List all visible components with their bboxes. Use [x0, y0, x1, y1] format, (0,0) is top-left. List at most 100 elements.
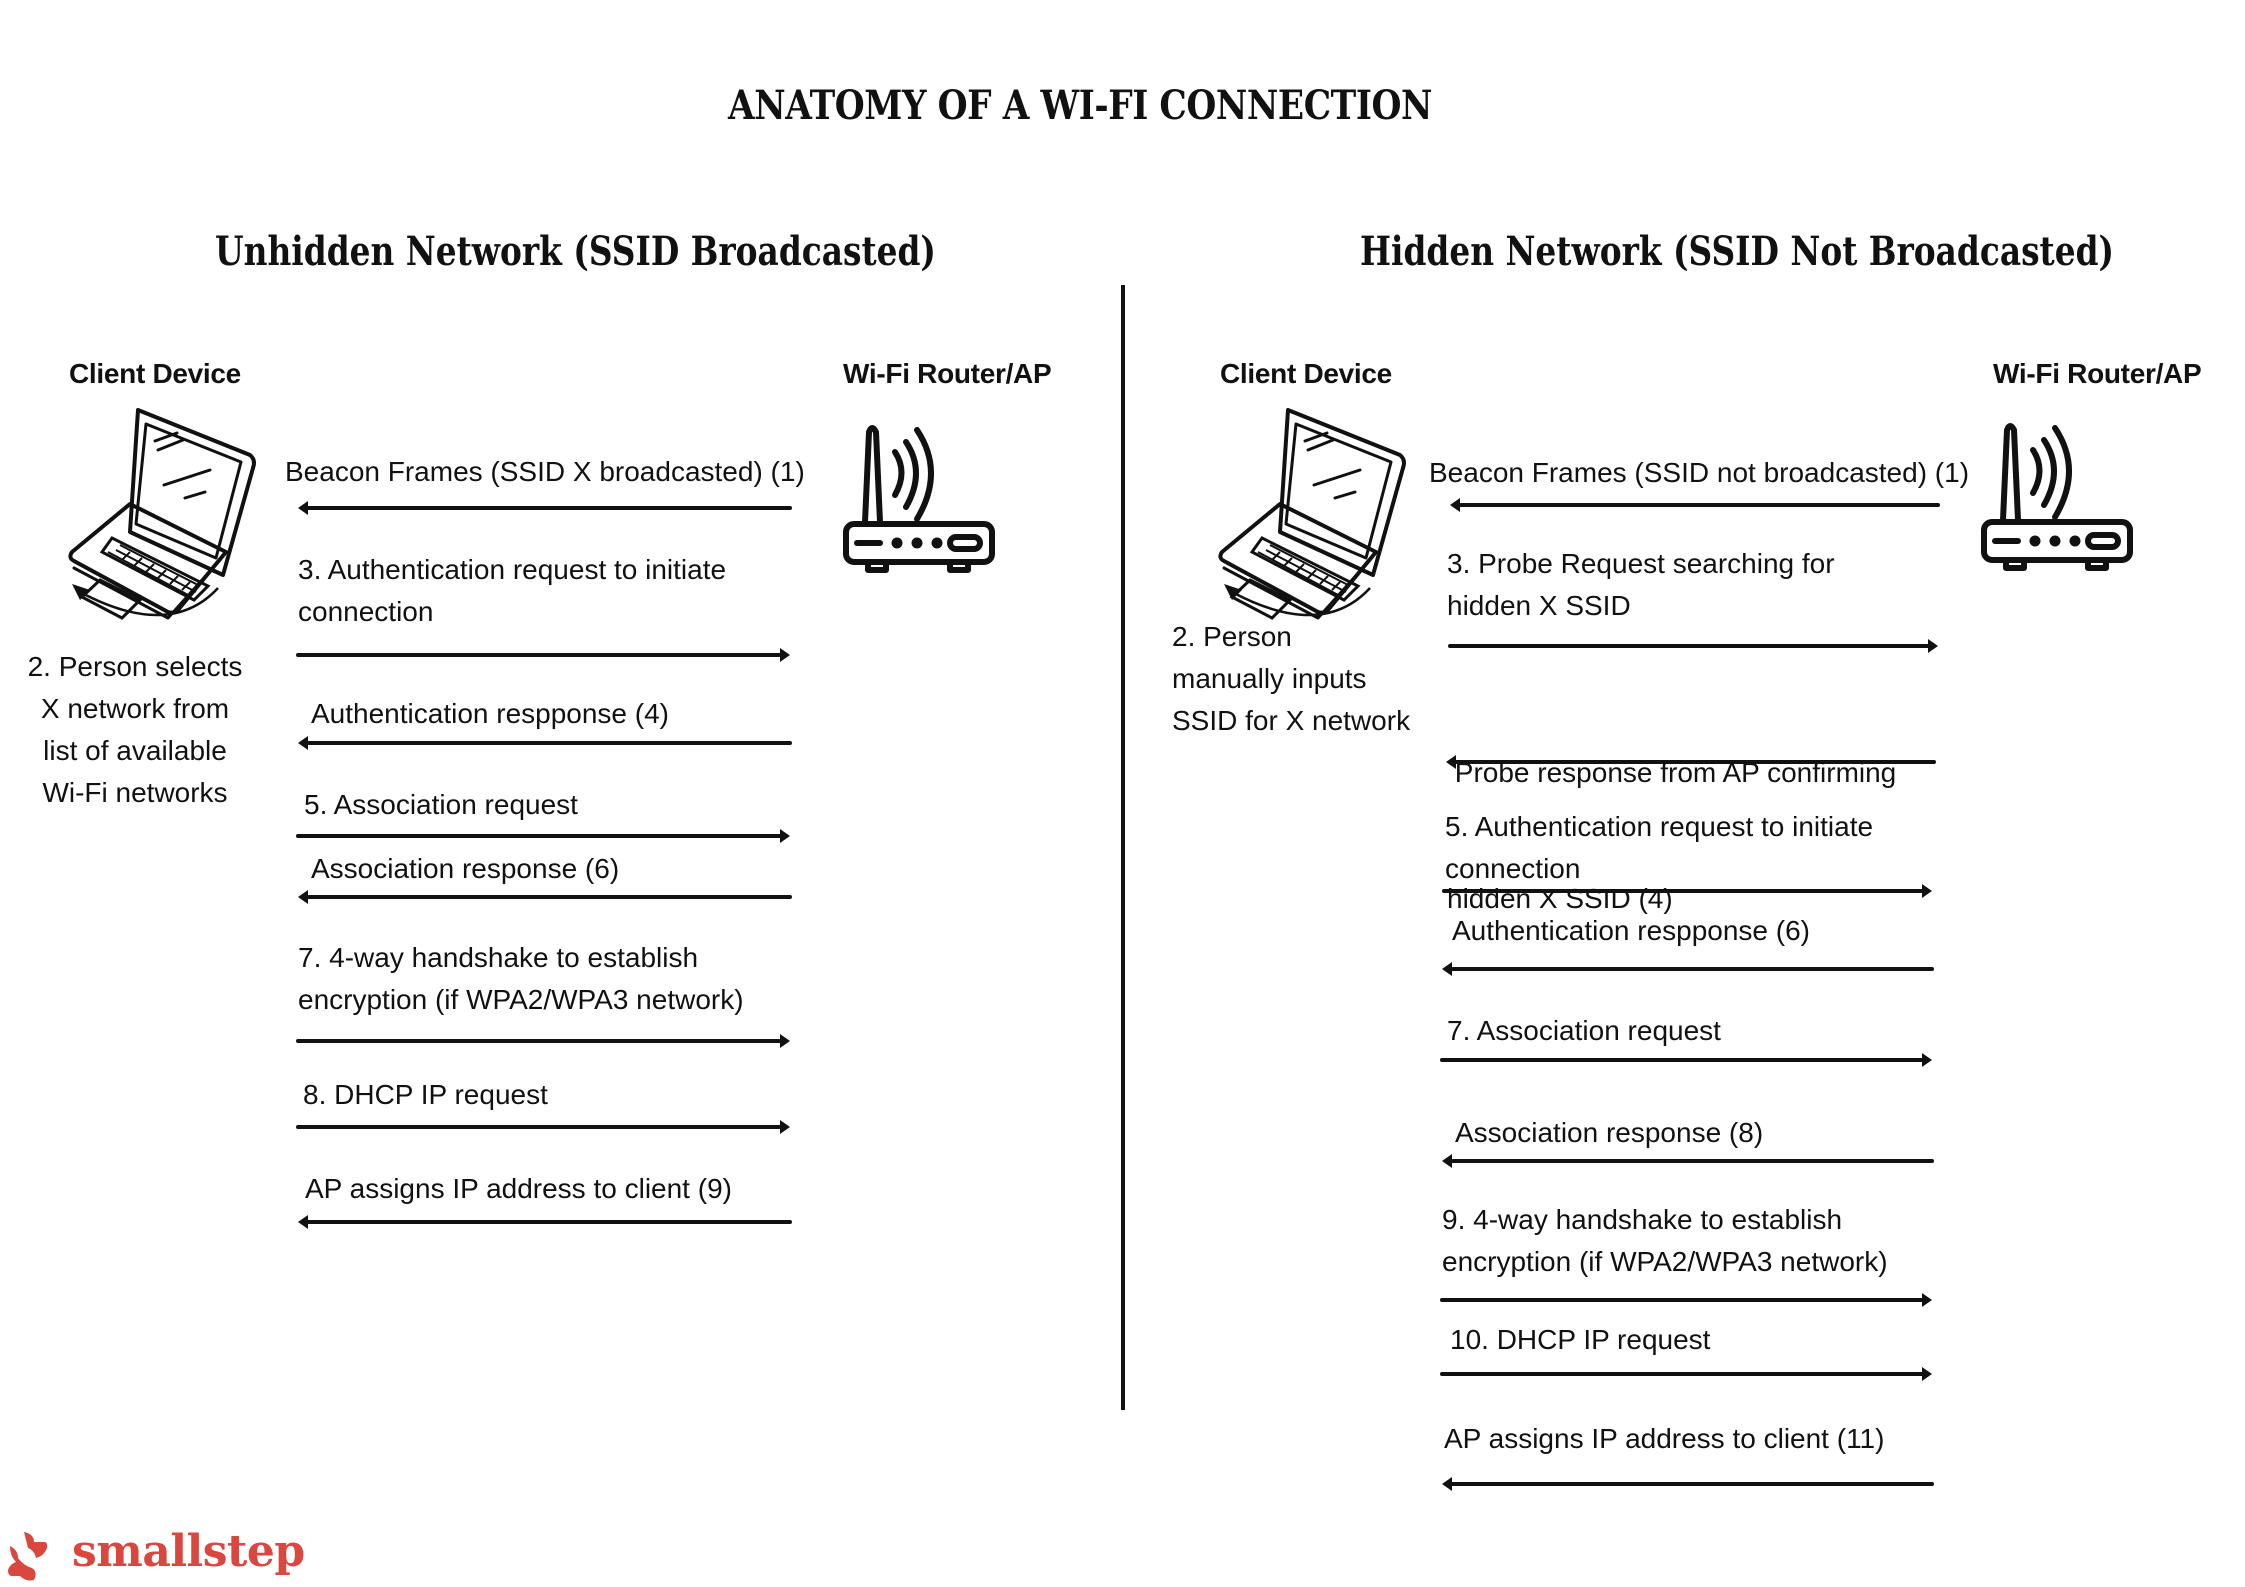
message-line: 3. Probe Request searching for — [1447, 548, 1835, 579]
message-line: 8. DHCP IP request — [303, 1079, 548, 1110]
message-line: 10. DHCP IP request — [1450, 1324, 1711, 1355]
message-arrow — [296, 498, 792, 518]
arrow-right-icon — [1440, 1293, 1932, 1307]
arrow-head — [780, 648, 790, 662]
arrow-head — [780, 829, 790, 843]
arrow-right-icon — [1448, 639, 1938, 653]
arrow-head — [1922, 1367, 1932, 1381]
hidden-message-label: Association response (8) — [1455, 1112, 1763, 1154]
unhidden-message-label: Association response (6) — [311, 848, 619, 890]
diagram-title: ANATOMY OF A WI-FI CONNECTION — [727, 82, 1433, 129]
hidden-message-label: Beacon Frames (SSID not broadcasted) (1) — [1429, 452, 1969, 494]
message-arrow — [1440, 1151, 1934, 1171]
wifi-router-icon — [1981, 423, 2133, 571]
hidden-client-note: 2. Person manually inputs SSID for X net… — [1172, 616, 1410, 742]
hidden-message-label: AP assigns IP address to client (11) — [1444, 1418, 1884, 1460]
message-arrow — [1442, 881, 1934, 901]
message-arrow — [1448, 495, 1940, 515]
message-arrow — [1440, 959, 1934, 979]
message-arrow — [296, 887, 792, 907]
arrow-right-icon — [296, 829, 790, 843]
note-line: 2. Person selects — [27, 651, 243, 682]
message-line: Authentication respponse (6) — [1452, 915, 1810, 946]
hidden-message-label: 3. Probe Request searching for hidden X … — [1447, 543, 1835, 627]
curved-arrow-icon — [72, 584, 219, 617]
arrow-head — [298, 890, 308, 904]
message-arrow — [1440, 1050, 1934, 1070]
message-line: AP assigns IP address to client (11) — [1444, 1423, 1885, 1454]
unhidden-network-title: Unhidden Network (SSID Broadcasted) — [215, 228, 936, 275]
arrow-head — [1922, 1293, 1932, 1307]
arrow-left-icon — [1442, 1477, 1934, 1491]
unhidden-message-label: 8. DHCP IP request — [303, 1074, 548, 1116]
message-line: Beacon Frames (SSID X broadcasted) (1) — [285, 456, 805, 487]
arrow-head — [1446, 755, 1456, 769]
unhidden-message-label: 7. 4-way handshake to establish encrypti… — [298, 937, 744, 1021]
message-line: hidden X SSID — [1447, 590, 1631, 621]
hidden-message-label: 5. Authentication request to initiate co… — [1445, 806, 1873, 890]
arrow-head — [298, 736, 308, 750]
hidden-network-title: Hidden Network (SSID Not Broadcasted) — [1360, 228, 2115, 275]
unhidden-router-label: Wi-Fi Router/AP — [843, 358, 1052, 389]
message-line: 9. 4-way handshake to establish — [1442, 1204, 1843, 1235]
message-line: 7. 4-way handshake to establish — [298, 942, 699, 973]
hidden-client-label: Client Device — [1220, 358, 1392, 389]
message-line: 5. Association request — [304, 789, 578, 820]
arrow-left-icon — [1442, 1154, 1934, 1168]
message-arrow — [296, 645, 792, 665]
smallstep-logo-text: smallstep — [72, 1526, 305, 1577]
wifi-router-icon — [843, 425, 995, 573]
unhidden-client-note: 2. Person selects X network from list of… — [10, 646, 260, 814]
arrow-head — [1928, 639, 1938, 653]
unhidden-message-label: Authentication respponse (4) — [311, 693, 669, 735]
arrow-head — [1922, 1053, 1932, 1067]
arrow-left-icon — [298, 501, 792, 515]
panel-divider — [1121, 285, 1125, 1410]
unhidden-message-label: 3. Authentication request to initiate co… — [298, 549, 726, 633]
arrow-head — [1442, 1154, 1452, 1168]
arrow-left-icon — [1446, 755, 1936, 769]
message-line: Beacon Frames (SSID not broadcasted) (1) — [1429, 457, 1970, 488]
message-line: Authentication respponse (4) — [311, 698, 669, 729]
arrow-head — [780, 1034, 790, 1048]
note-line: 2. Person — [1172, 621, 1292, 652]
message-arrow — [296, 1212, 792, 1232]
message-arrow — [296, 1031, 792, 1051]
message-line: Association response (8) — [1455, 1117, 1764, 1148]
message-arrow — [1448, 636, 1940, 656]
unhidden-message-label: AP assigns IP address to client (9) — [305, 1168, 732, 1210]
arrow-right-icon — [296, 648, 790, 662]
arrow-left-icon — [1442, 962, 1934, 976]
unhidden-message-label: Beacon Frames (SSID X broadcasted) (1) — [285, 451, 805, 493]
hidden-message-label: 9. 4-way handshake to establish encrypti… — [1442, 1199, 1888, 1283]
arrow-left-icon — [298, 1215, 792, 1229]
message-line: 3. Authentication request to initiate — [298, 554, 727, 585]
message-line: 5. Authentication request to initiate — [1445, 811, 1874, 842]
arrow-left-icon — [1450, 498, 1940, 512]
arrow-head — [1442, 962, 1452, 976]
arrow-head — [1442, 1477, 1452, 1491]
unhidden-client-label: Client Device — [69, 358, 241, 389]
message-arrow — [1444, 752, 1936, 772]
message-arrow — [1440, 1290, 1934, 1310]
message-arrow — [296, 1117, 792, 1137]
arrow-head — [1922, 884, 1932, 898]
hidden-message-label: 10. DHCP IP request — [1450, 1319, 1710, 1361]
note-line: list of available — [43, 735, 227, 766]
arrow-right-icon — [1440, 1053, 1932, 1067]
note-line: X network from — [40, 693, 230, 724]
arrow-right-icon — [1440, 1367, 1932, 1381]
note-line: SSID for X network — [1172, 705, 1411, 736]
message-line: encryption (if WPA2/WPA3 network) — [298, 984, 744, 1015]
message-arrow — [296, 826, 792, 846]
message-line: 7. Association request — [1447, 1015, 1721, 1046]
arrow-right-icon — [296, 1034, 790, 1048]
arrow-left-icon — [298, 736, 792, 750]
hidden-router-label: Wi-Fi Router/AP — [1993, 358, 2202, 389]
hidden-message-label: 7. Association request — [1447, 1010, 1721, 1052]
smallstep-logo-icon — [8, 1532, 48, 1581]
arrow-head — [780, 1120, 790, 1134]
arrow-left-icon — [298, 890, 792, 904]
message-arrow — [1440, 1474, 1934, 1494]
message-line: encryption (if WPA2/WPA3 network) — [1442, 1246, 1888, 1277]
